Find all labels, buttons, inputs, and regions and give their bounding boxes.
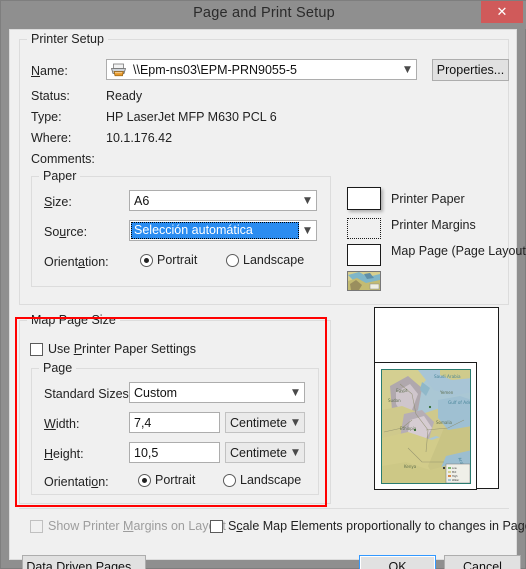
svg-text:High: High (452, 475, 458, 478)
paper-orientation-label: Orientation: (44, 255, 109, 269)
page-orientation-portrait-radio[interactable]: Portrait (138, 473, 195, 487)
printer-name-label: Name: (31, 64, 68, 78)
svg-text:Water: Water (452, 479, 459, 482)
scale-map-elements-checkbox[interactable]: Scale Map Elements proportionally to cha… (210, 519, 526, 533)
map-thumbnail-icon (348, 272, 380, 290)
radio-indicator (140, 253, 153, 267)
type-label: Type: (31, 110, 62, 124)
legend-swatch-printer-paper (347, 187, 381, 210)
width-units-combo[interactable]: Centimeters ▼ (225, 412, 305, 433)
checkbox-indicator (30, 342, 43, 356)
legend-label-printer-paper: Printer Paper (391, 192, 465, 206)
scale-map-elements-label: Scale Map Elements proportionally to cha… (228, 519, 526, 533)
close-icon: ✕ (496, 4, 508, 20)
paper-orientation-landscape-label: Landscape (243, 253, 305, 267)
dialog-client-area: Printer Setup Name: \\Epm-ns03\EPM-PRN90… (9, 29, 526, 569)
paper-size-value: A6 (134, 193, 150, 208)
page-orientation-landscape-radio[interactable]: Landscape (223, 473, 301, 487)
page-layout-preview: Saudi Arabia Gulf of Aden Arabian Egypt … (374, 307, 499, 490)
svg-text:Kenya: Kenya (404, 464, 417, 469)
chevron-down-icon: ▼ (304, 195, 311, 206)
page-title: Page and Print Setup (193, 5, 335, 21)
paper-orientation-portrait-radio[interactable]: Portrait (140, 253, 197, 267)
use-printer-paper-settings-label: Use Printer Paper Settings (48, 342, 196, 356)
height-units-combo[interactable]: Centimeters ▼ (225, 442, 305, 463)
width-input[interactable] (129, 412, 220, 433)
svg-text:Somalia: Somalia (436, 420, 453, 425)
cancel-button-label: Cancel (463, 560, 502, 569)
preview-map-page-border: Saudi Arabia Gulf of Aden Arabian Egypt … (374, 362, 477, 490)
printer-setup-group-title: Printer Setup (27, 32, 108, 46)
svg-text:Gulf of Aden: Gulf of Aden (448, 400, 471, 405)
printer-name-combo[interactable]: \\Epm-ns03\EPM-PRN9055-5 ▼ (106, 59, 417, 80)
svg-text:Saudi Arabia: Saudi Arabia (434, 374, 461, 379)
paper-source-combo[interactable]: Selección automática ▼ (129, 220, 317, 241)
standard-sizes-label: Standard Sizes: (44, 387, 133, 401)
legend-swatch-printer-margins (347, 218, 381, 239)
page-subgroup-title: Page (39, 361, 77, 375)
where-value: 10.1.176.42 (106, 131, 173, 145)
page-orientation-portrait-label: Portrait (155, 473, 196, 487)
radio-indicator (226, 253, 239, 267)
data-driven-pages-button-label: Data Driven Pages... (26, 560, 142, 569)
paper-orientation-landscape-radio[interactable]: Landscape (226, 253, 304, 267)
paper-source-value: Selección automática (131, 222, 299, 239)
svg-text:Mid: Mid (452, 471, 457, 474)
chevron-down-icon: ▼ (292, 417, 299, 428)
legend-swatch-map-page (347, 244, 381, 266)
svg-text:Egypt: Egypt (396, 388, 408, 393)
svg-text:Yemen: Yemen (439, 390, 454, 395)
svg-text:Low: Low (452, 467, 457, 470)
cancel-button[interactable]: Cancel (444, 555, 521, 569)
data-driven-pages-button[interactable]: Data Driven Pages... (22, 555, 146, 569)
properties-button-label: Properties... (436, 63, 505, 77)
preview-map-image: Saudi Arabia Gulf of Aden Arabian Egypt … (381, 369, 471, 484)
close-button[interactable]: ✕ (481, 1, 523, 23)
chevron-down-icon: ▼ (292, 447, 299, 458)
page-orientation-landscape-label: Landscape (240, 473, 302, 487)
paper-size-label: Size: (44, 195, 72, 209)
paper-size-combo[interactable]: A6 ▼ (129, 190, 317, 211)
ok-button[interactable]: OK (359, 555, 436, 569)
map-page-size-group-title: Map Page Size (27, 313, 120, 327)
printer-icon (110, 63, 127, 77)
use-printer-paper-settings-checkbox[interactable]: Use Printer Paper Settings (30, 342, 196, 356)
where-label: Where: (31, 131, 72, 145)
printer-name-value: \\Epm-ns03\EPM-PRN9055-5 (133, 62, 297, 77)
dialog-window: Page and Print Setup ✕ Printer Setup Nam… (0, 0, 526, 569)
width-units-value: Centimeters (230, 415, 287, 430)
footer-divider (19, 508, 509, 509)
status-value: Ready (106, 89, 143, 103)
height-input[interactable] (129, 442, 220, 463)
height-label: Height: (44, 447, 84, 461)
comments-label: Comments: (31, 152, 95, 166)
paper-group-title: Paper (39, 169, 81, 183)
legend-label-printer-margins: Printer Margins (391, 218, 476, 232)
title-bar: Page and Print Setup ✕ (1, 1, 526, 29)
radio-indicator (138, 473, 151, 487)
show-printer-margins-checkbox[interactable]: Show Printer Margins on Layout (30, 519, 226, 533)
status-label: Status: (31, 89, 70, 103)
paper-orientation-portrait-label: Portrait (157, 253, 198, 267)
checkbox-indicator (30, 519, 43, 533)
radio-indicator (223, 473, 236, 487)
svg-text:Sudan: Sudan (388, 398, 401, 403)
standard-sizes-combo[interactable]: Custom ▼ (129, 382, 305, 403)
paper-source-label: Source: (44, 225, 88, 239)
chevron-down-icon: ▼ (304, 225, 311, 236)
type-value: HP LaserJet MFP M630 PCL 6 (106, 110, 277, 124)
height-units-value: Centimeters (230, 445, 287, 460)
show-printer-margins-label: Show Printer Margins on Layout (48, 519, 226, 533)
legend-label-map-page: Map Page (Page Layout) (391, 244, 526, 258)
standard-sizes-value: Custom (134, 385, 178, 400)
width-label: Width: (44, 417, 80, 431)
chevron-down-icon: ▼ (292, 387, 299, 398)
chevron-down-icon: ▼ (404, 64, 411, 75)
ok-button-label: OK (388, 560, 407, 569)
checkbox-indicator (210, 519, 223, 533)
legend-swatch-sample-map-elements (347, 271, 381, 291)
page-orientation-label: Orientation: (44, 475, 109, 489)
properties-button[interactable]: Properties... (432, 59, 509, 81)
